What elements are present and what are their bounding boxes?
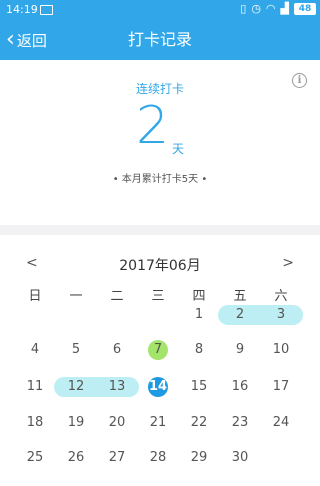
- calendar-day[interactable]: 17: [266, 377, 296, 397]
- streak-count: 2: [136, 96, 170, 156]
- calendar-day[interactable]: 11: [20, 377, 50, 397]
- calendar-day[interactable]: 10: [266, 340, 296, 360]
- calendar-day[interactable]: 6: [102, 340, 132, 360]
- calendar-day[interactable]: 20: [102, 413, 132, 433]
- calendar-day[interactable]: 26: [61, 448, 91, 468]
- weekday-header: 日: [28, 289, 42, 304]
- calendar-day[interactable]: 29: [184, 448, 214, 468]
- streak-label: 连续打卡: [135, 82, 184, 96]
- calendar-day[interactable]: 30: [225, 448, 255, 468]
- status-time: 14:19: [6, 3, 38, 16]
- calendar-day[interactable]: 15: [184, 377, 214, 397]
- weekday-header: 五: [233, 289, 247, 304]
- calendar-day[interactable]: 16: [225, 377, 255, 397]
- calendar-day[interactable]: 7: [143, 340, 173, 360]
- calendar-day[interactable]: 8: [184, 340, 214, 360]
- calendar-day[interactable]: 19: [61, 413, 91, 433]
- calendar-day[interactable]: 23: [225, 413, 255, 433]
- weekday-header: 三: [151, 289, 165, 304]
- calendar-day[interactable]: 21: [143, 413, 173, 433]
- alarm-icon: ◷: [251, 2, 261, 15]
- calendar-day[interactable]: 9: [225, 340, 255, 360]
- calendar-day[interactable]: 22: [184, 413, 214, 433]
- weekday-header: 六: [274, 289, 288, 304]
- weekday-header: 一: [69, 289, 83, 304]
- weekday-header: 四: [192, 289, 206, 304]
- chevron-left-icon: ‹: [6, 27, 15, 52]
- month-total: • 本月累计打卡5天 •: [112, 174, 208, 185]
- calendar-day[interactable]: 18: [20, 413, 50, 433]
- page-title: 打卡记录: [127, 30, 192, 49]
- calendar-day[interactable]: 1: [184, 305, 214, 325]
- calendar-day[interactable]: 4: [20, 340, 50, 360]
- calendar-day[interactable]: 13: [102, 377, 132, 397]
- vibrate-icon: ▯: [240, 2, 247, 15]
- wifi-icon: ◠: [265, 2, 276, 15]
- calendar-day[interactable]: 2: [225, 305, 255, 325]
- next-month-button[interactable]: >: [282, 255, 294, 271]
- weekday-header: 二: [110, 289, 124, 304]
- checkin-summary: i 连续打卡 2 天 • 本月累计打卡5天 •: [0, 60, 320, 225]
- back-button[interactable]: ‹ 返回: [6, 20, 47, 60]
- signal-icon: ▟: [280, 2, 289, 15]
- battery-icon: 48: [294, 2, 316, 15]
- calendar-day[interactable]: 28: [143, 448, 173, 468]
- calendar-day[interactable]: 5: [61, 340, 91, 360]
- section-divider: [0, 225, 320, 235]
- calendar-day[interactable]: 27: [102, 448, 132, 468]
- status-bar: 14:19 ▯ ◷ ◠ ▟ 48: [0, 0, 320, 20]
- calendar: < 2017年06月 > 日一二三四五六 1 2 3 4 5 6 7 8 9 10 11 12 13 14 1…: [0, 235, 320, 486]
- calendar-day[interactable]: 3: [266, 305, 296, 325]
- status-icons: ▯ ◷ ◠ ▟ 48: [240, 2, 316, 15]
- calendar-day[interactable]: 12: [61, 377, 91, 397]
- back-label: 返回: [16, 31, 47, 50]
- calendar-day[interactable]: 24: [266, 413, 296, 433]
- app-bar: ‹ 返回 打卡记录: [0, 20, 320, 60]
- calendar-day[interactable]: 25: [20, 448, 50, 468]
- calendar-day[interactable]: 14: [143, 377, 173, 397]
- streak-unit: 天: [172, 142, 185, 156]
- message-icon: [40, 5, 53, 15]
- month-title: 2017年06月: [119, 258, 201, 274]
